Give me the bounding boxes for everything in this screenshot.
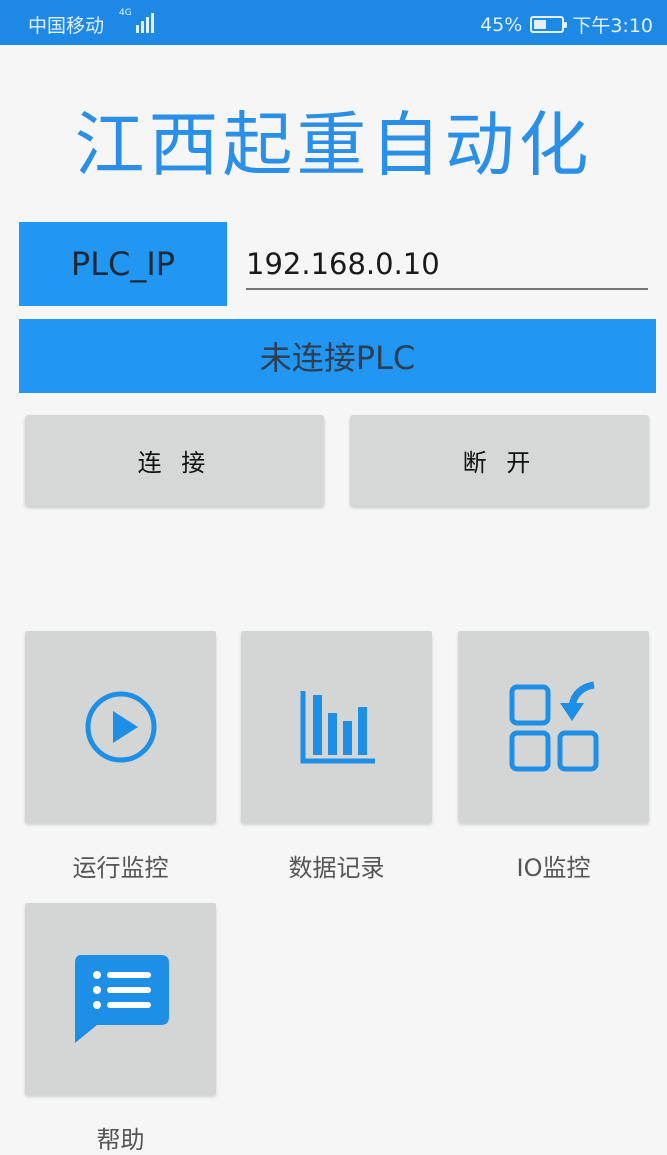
status-bar: 中国移动 4G 45% 下午3:10 [0,0,667,45]
disconnect-button[interactable]: 断 开 [350,415,649,506]
menu-label-data-record: 数据记录 [288,854,385,882]
menu-label-run-monitor: 运行监控 [72,854,169,882]
plc-ip-input[interactable] [246,240,648,290]
app-title: 江西起重自动化 [74,104,593,186]
clock: 下午3:10 [572,15,653,37]
carrier-name: 中国移动 [28,15,105,37]
status-right: 45% 下午3:10 [480,11,653,38]
menu-label-help: 帮助 [96,1126,145,1154]
bar-chart-icon [300,691,375,764]
connect-button[interactable]: 连 接 [25,415,324,506]
io-grid-icon [509,681,598,772]
play-circle-icon [85,691,156,763]
menu-label-io-monitor: IO监控 [516,854,591,882]
menu-tile-run-monitor[interactable] [25,631,216,823]
menu-tile-data-record[interactable] [241,631,432,823]
connection-status: 未连接PLC [19,319,656,393]
network-type: 4G [119,8,132,18]
signal-icon: 4G [119,9,154,33]
battery-percent: 45% [480,13,523,36]
menu-tile-help[interactable] [25,903,216,1095]
battery-icon [530,16,568,33]
plc-ip-label: PLC_IP [19,222,227,306]
help-message-icon [74,955,169,1043]
menu-tile-io-monitor[interactable] [458,631,649,823]
